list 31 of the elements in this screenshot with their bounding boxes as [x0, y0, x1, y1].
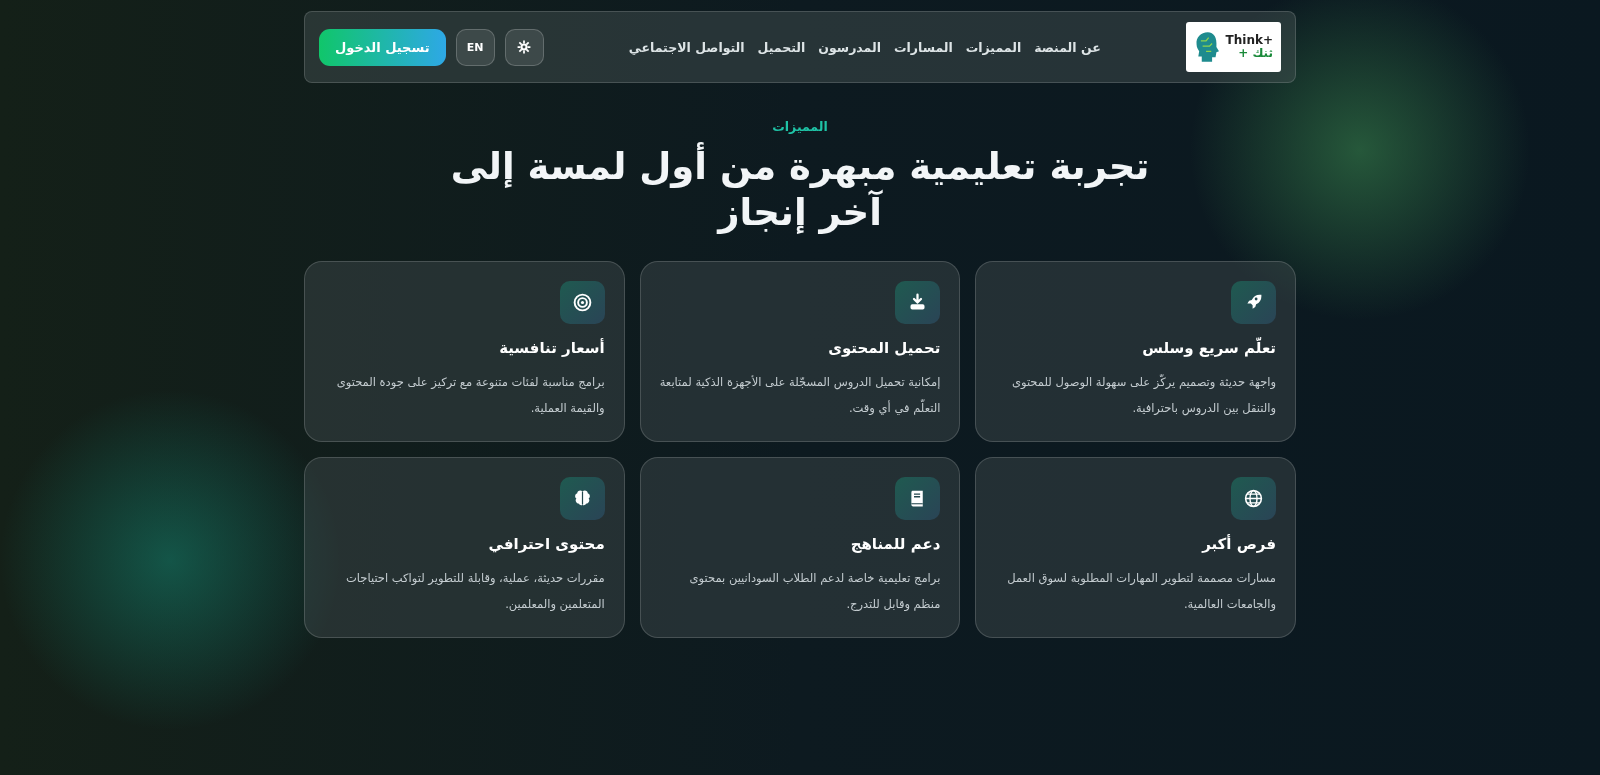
feature-title: أسعار تنافسية — [499, 338, 605, 357]
feature-title: فرص أكبر — [1202, 534, 1276, 553]
nav-link[interactable]: المدرسون — [818, 39, 881, 55]
language-button[interactable]: EN — [455, 28, 495, 66]
brain-icon — [559, 476, 605, 520]
rocket-icon — [1231, 280, 1276, 324]
feature-description: برامج تعليمية خاصة لدعم الطلاب السودانيين بمحتوى منظم وقابل للتدرج. — [688, 569, 941, 614]
feature-title: تحميل المحتوى — [828, 338, 941, 357]
settings-icon — [517, 40, 532, 54]
download-icon — [895, 280, 941, 324]
nav-link[interactable]: عن المنصة — [1034, 39, 1101, 55]
nav-link[interactable]: المسارات — [893, 39, 953, 55]
globe-icon — [1231, 476, 1276, 520]
nav-link[interactable]: التحميل — [757, 39, 806, 55]
logo-text: ثنك + — [1237, 47, 1273, 61]
section-label: المميزات — [771, 119, 829, 134]
section-heading: تجربة تعليمية مبهرة من أول لمسة إلى آخر إنجاز — [430, 144, 1170, 237]
theme-toggle-button[interactable] — [504, 28, 544, 66]
logo-text: Think+ — [1225, 33, 1273, 47]
feature-description: برامج مناسبة لفئات متنوعة مع تركيز على جودة المحتوى والقيمة العملية. — [335, 373, 605, 418]
target-icon — [559, 280, 605, 324]
feature-title: محتوى احترافي — [488, 534, 605, 553]
feature-title: تعلّم سريع وسلس — [1142, 338, 1276, 357]
feature-description: واجهة حديثة وتصميم يركّز على سهولة الوصول للمحتوى والتنقل بين الدروس باحترافية. — [1010, 373, 1276, 418]
nav-link[interactable]: المميزات — [965, 39, 1022, 55]
nav-link[interactable]: التواصل الاجتماعي — [628, 39, 745, 55]
book-icon — [895, 476, 941, 520]
feature-title: دعم للمناهج — [850, 534, 941, 553]
feature-description: مسارات مصممة لتطوير المهارات المطلوبة لسوق العمل والجامعات العالمية. — [1006, 569, 1276, 614]
feature-description: مقررات حديثة، عملية، وقابلة للتطوير لتواكب احتياجات المتعلمين والمعلمين. — [345, 569, 605, 614]
feature-description: إمكانية تحميل الدروس المسجّلة على الأجهزة الذكية لمتابعة التعلّم في أي وقت. — [659, 373, 941, 418]
